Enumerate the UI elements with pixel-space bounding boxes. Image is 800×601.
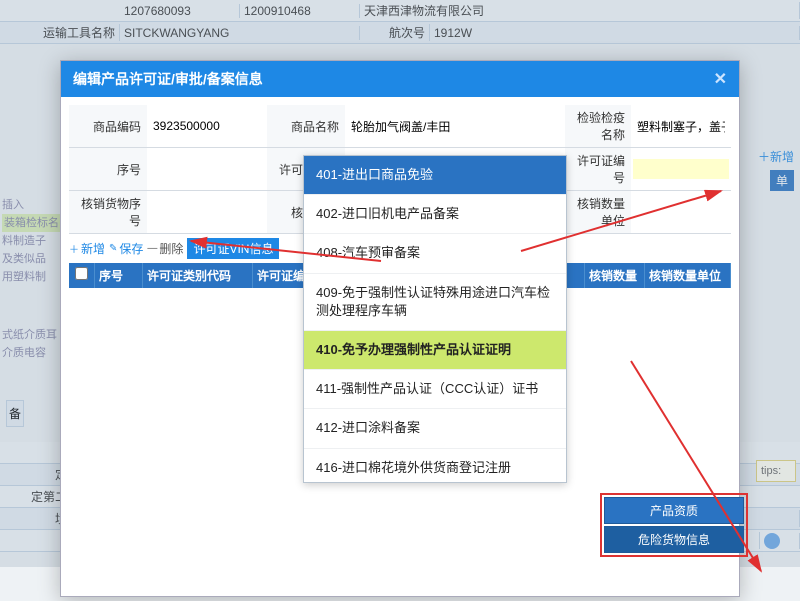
minus-icon: — bbox=[147, 243, 157, 254]
dropdown-item[interactable]: 416-进口棉花境外供货商登记注册 bbox=[304, 449, 566, 483]
dropdown-item[interactable]: 411-强制性产品认证（CCC认证）证书 bbox=[304, 370, 566, 409]
license-type-dropdown[interactable]: 401-进出口商品免验402-进口旧机电产品备案408-汽车预审备案409-免于… bbox=[303, 155, 567, 483]
label-product-code: 商品编码 bbox=[69, 105, 147, 147]
product-name-input[interactable] bbox=[347, 116, 563, 136]
col-unit: 核销数量单位 bbox=[645, 263, 731, 288]
dropdown-item[interactable]: 410-免予办理强制性产品认证证明 bbox=[304, 331, 566, 370]
product-code-input[interactable] bbox=[149, 116, 265, 136]
mat-seq-input[interactable] bbox=[149, 202, 265, 222]
mat-unit-input[interactable] bbox=[633, 202, 729, 222]
label-mat-seq: 核销货物序号 bbox=[69, 191, 147, 233]
dropdown-item[interactable]: 412-进口涂料备案 bbox=[304, 409, 566, 448]
add-button[interactable]: ＋ 新增 bbox=[69, 240, 105, 257]
product-qualification-button[interactable]: 产品资质 bbox=[604, 497, 744, 524]
product-qualification-box: 产品资质 危险货物信息 bbox=[600, 493, 748, 557]
col-code: 许可证类别代码 bbox=[143, 263, 253, 288]
save-button[interactable]: ✎ 保存 bbox=[109, 240, 143, 257]
col-qty: 核销数量 bbox=[585, 263, 645, 288]
label-product-name: 商品名称 bbox=[267, 105, 345, 147]
dropdown-item[interactable]: 402-进口旧机电产品备案 bbox=[304, 195, 566, 234]
label-license-no: 许可证编号 bbox=[565, 148, 631, 190]
edit-icon: ✎ bbox=[109, 243, 117, 254]
plus-icon: ＋ bbox=[69, 241, 79, 256]
dropdown-item[interactable]: 408-汽车预审备案 bbox=[304, 234, 566, 273]
label-seq: 序号 bbox=[69, 148, 147, 190]
seq-input[interactable] bbox=[149, 159, 265, 179]
dropdown-item[interactable]: 401-进出口商品免验 bbox=[304, 156, 566, 195]
close-icon[interactable]: ✕ bbox=[714, 69, 727, 89]
col-seq: 序号 bbox=[95, 263, 143, 288]
vin-info-button[interactable]: 许可证VIN信息 bbox=[187, 238, 279, 259]
modal-title: 编辑产品许可证/审批/备案信息 bbox=[73, 69, 263, 89]
modal-header: 编辑产品许可证/审批/备案信息 ✕ bbox=[61, 61, 739, 97]
label-inspection-name: 检验检疫名称 bbox=[565, 105, 631, 147]
inspection-name-input[interactable] bbox=[633, 116, 729, 136]
license-no-input[interactable] bbox=[633, 159, 729, 179]
risk-goods-info-button[interactable]: 危险货物信息 bbox=[604, 526, 744, 553]
label-mat-unit: 核销数量单位 bbox=[565, 191, 631, 233]
select-all-checkbox[interactable] bbox=[75, 267, 88, 280]
dropdown-item[interactable]: 409-免于强制性认证特殊用途进口汽车检测处理程序车辆 bbox=[304, 274, 566, 331]
delete-button[interactable]: — 删除 bbox=[147, 240, 183, 257]
